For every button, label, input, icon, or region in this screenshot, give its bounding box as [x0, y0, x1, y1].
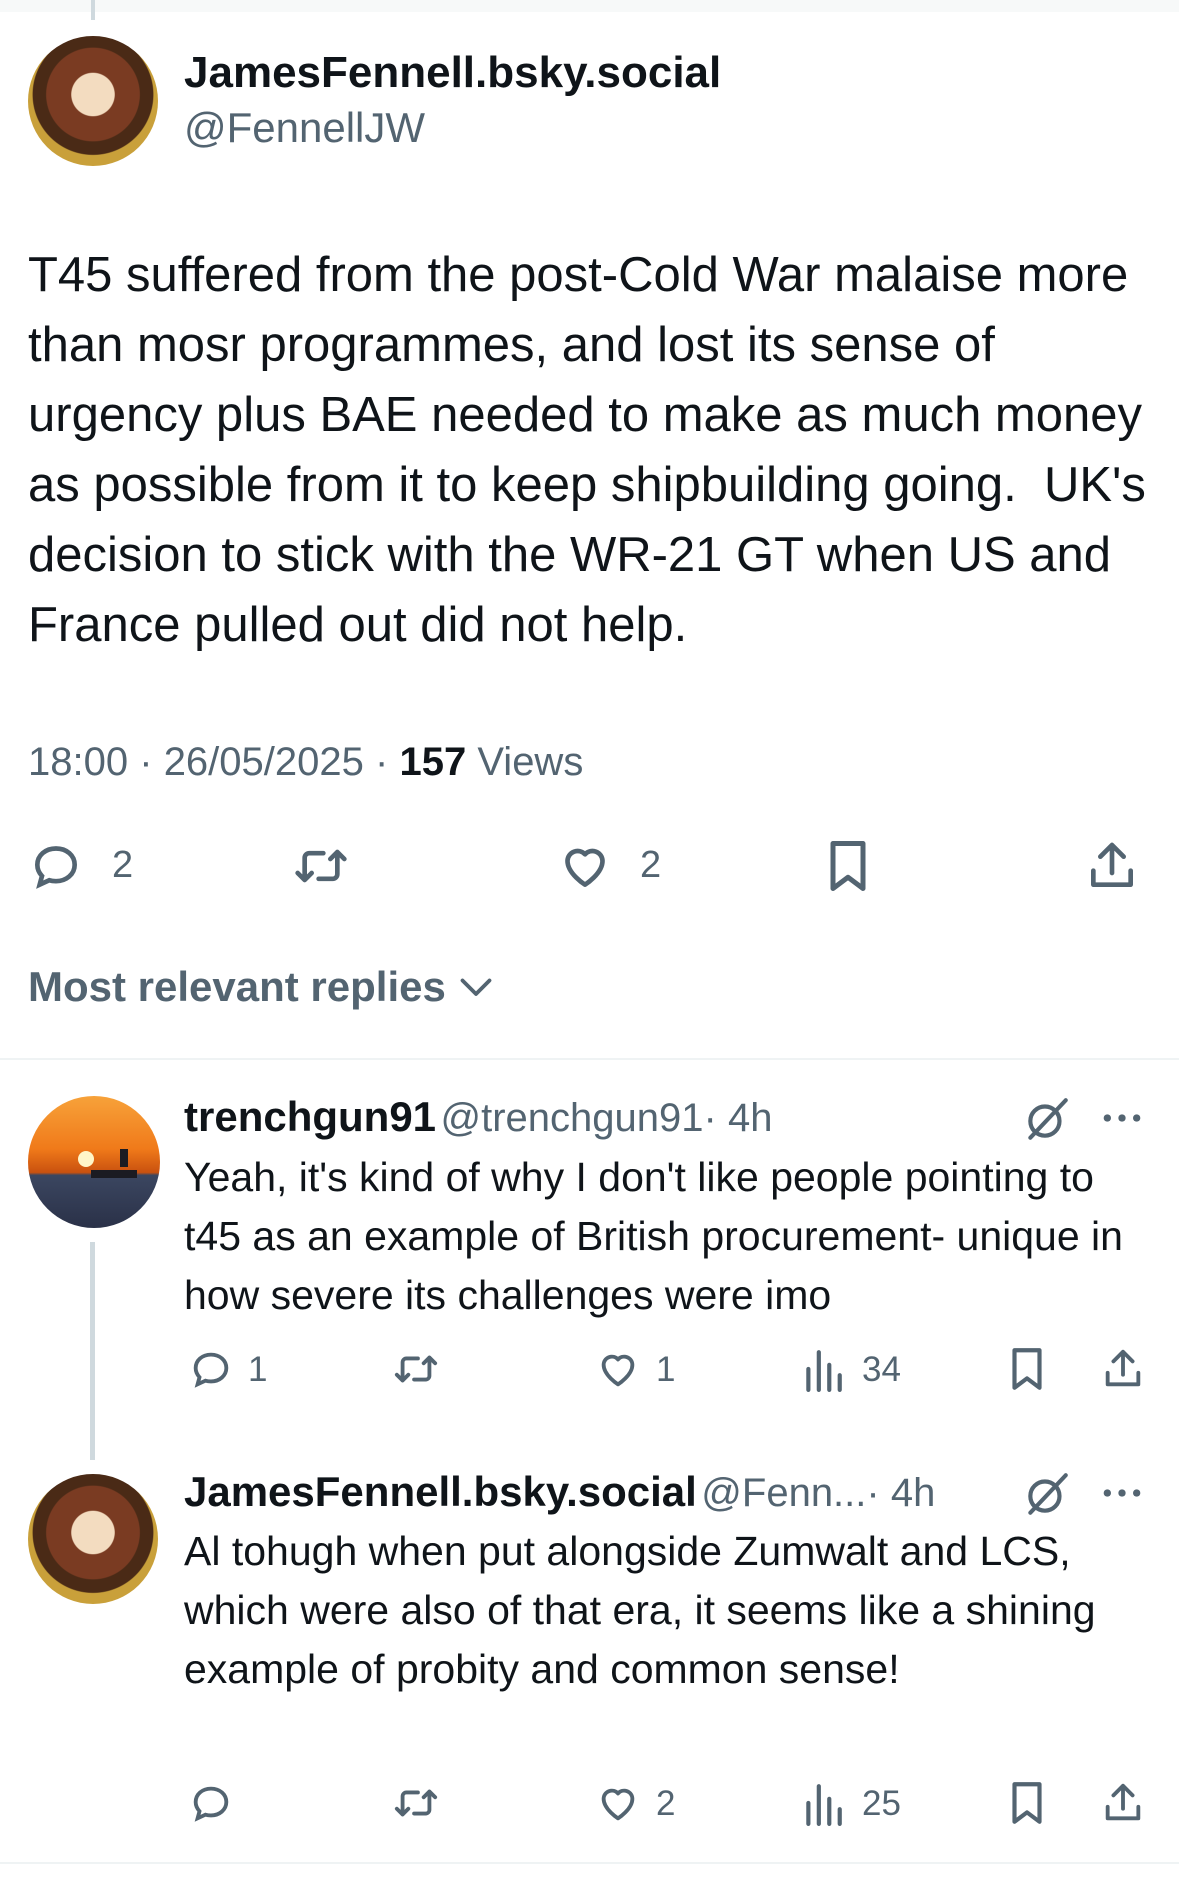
top-edge: [0, 0, 1179, 12]
heart-icon[interactable]: [594, 1346, 642, 1392]
reply-text: Yeah, it's kind of why I don't like peop…: [184, 1154, 1135, 1318]
bookmark-icon[interactable]: [1006, 1778, 1048, 1828]
reply-display-name[interactable]: JamesFennell.bsky.social: [184, 1468, 697, 1515]
reply-icon[interactable]: [188, 1346, 234, 1392]
avatar-sun: [78, 1151, 95, 1168]
reply-header: trenchgun91 @trenchgun91· 4h: [184, 1093, 772, 1141]
thread-line: [90, 1242, 95, 1460]
avatar-ship-mast: [120, 1148, 129, 1167]
chevron-down-icon[interactable]: [458, 974, 494, 1002]
author-display-name[interactable]: JamesFennell.bsky.social: [184, 48, 721, 98]
author-avatar[interactable]: [28, 36, 158, 166]
retweet-icon[interactable]: [390, 1346, 442, 1392]
retweet-icon[interactable]: [290, 838, 352, 894]
divider: [0, 1862, 1179, 1864]
reply-avatar[interactable]: [28, 1474, 158, 1604]
reply-handle[interactable]: @Fenn...: [701, 1471, 866, 1515]
reply-sort-dropdown[interactable]: Most relevant replies: [28, 963, 446, 1011]
views-label: Views: [477, 740, 584, 784]
reply-age[interactable]: · 4h: [704, 1096, 773, 1140]
thread-connector: [91, 0, 95, 20]
heart-icon[interactable]: [556, 838, 614, 894]
reply-sort-label: Most relevant replies: [28, 963, 446, 1010]
more-icon[interactable]: [1100, 1483, 1144, 1503]
post-meta: 18:00 · 26/05/2025 · 157 Views: [28, 740, 583, 785]
views-count: 157: [399, 740, 467, 784]
post-date[interactable]: 26/05/2025: [164, 740, 364, 784]
reply-icon[interactable]: [188, 1780, 234, 1826]
share-icon[interactable]: [1084, 836, 1140, 896]
views-icon[interactable]: [802, 1780, 844, 1826]
share-icon[interactable]: [1100, 1778, 1146, 1828]
reply-count: 1: [248, 1350, 268, 1389]
reply-icon[interactable]: [28, 838, 84, 894]
reply-header: JamesFennell.bsky.social @Fenn...· 4h: [184, 1468, 935, 1516]
meta-separator: ·: [139, 740, 153, 784]
reply-handle[interactable]: @trenchgun91: [441, 1096, 704, 1140]
meta-separator: ·: [375, 740, 389, 784]
like-count: 2: [656, 1784, 676, 1823]
divider: [0, 1058, 1179, 1060]
author-handle[interactable]: @FennellJW: [184, 104, 425, 152]
grok-icon[interactable]: [1022, 1094, 1072, 1144]
reply-avatar[interactable]: [28, 1096, 160, 1228]
reply-age[interactable]: · 4h: [866, 1471, 935, 1515]
like-count: 1: [656, 1350, 676, 1389]
share-icon[interactable]: [1100, 1344, 1146, 1394]
reply-count: 2: [112, 844, 134, 886]
reply-text: Al tohugh when put alongside Zumwalt and…: [184, 1528, 1107, 1692]
reply-display-name[interactable]: trenchgun91: [184, 1093, 436, 1140]
post-time[interactable]: 18:00: [28, 740, 128, 784]
bookmark-icon[interactable]: [1006, 1344, 1048, 1394]
bookmark-icon[interactable]: [822, 836, 874, 896]
retweet-icon[interactable]: [390, 1780, 442, 1826]
views-count: 34: [862, 1350, 901, 1389]
avatar-ship: [91, 1169, 138, 1178]
heart-icon[interactable]: [594, 1780, 642, 1826]
post-text: T45 suffered from the post-Cold War mala…: [28, 248, 1160, 652]
like-count: 2: [640, 844, 662, 886]
more-icon[interactable]: [1100, 1108, 1144, 1128]
views-count: 25: [862, 1784, 901, 1823]
views-icon[interactable]: [802, 1346, 844, 1392]
grok-icon[interactable]: [1022, 1469, 1072, 1519]
